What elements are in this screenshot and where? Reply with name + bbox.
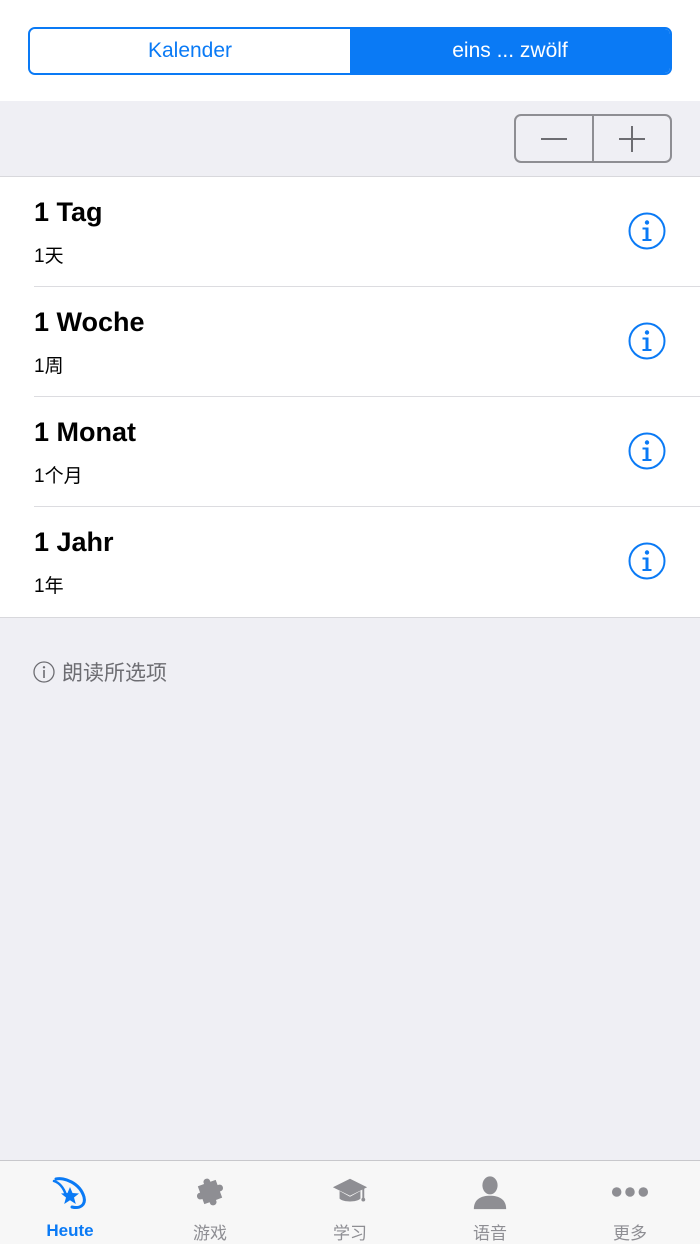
person-icon (473, 1176, 507, 1210)
info-icon[interactable] (628, 542, 666, 580)
item-subtitle: 1个月 (34, 466, 83, 487)
top-bar: Kalender eins ... zwölf (0, 0, 700, 101)
item-title: 1 Monat (34, 417, 137, 447)
item-subtitle: 1天 (34, 246, 64, 267)
tab-label: 语音 (473, 1224, 507, 1243)
list-item[interactable]: 1 Tag 1天 (0, 177, 700, 287)
tab-voice[interactable]: 语音 (420, 1161, 560, 1244)
decrement-button[interactable] (516, 116, 592, 161)
info-icon[interactable] (628, 322, 666, 360)
list-item[interactable]: 1 Jahr 1年 (0, 507, 700, 617)
tab-more[interactable]: 更多 (560, 1161, 700, 1244)
graduation-cap-icon (332, 1178, 368, 1202)
list-item[interactable]: 1 Woche 1周 (0, 287, 700, 397)
footer-note: 朗读所选项 (33, 657, 167, 687)
tab-games[interactable]: 游戏 (140, 1161, 280, 1244)
tab-label: Heute (46, 1221, 94, 1240)
star-swoosh-icon (52, 1177, 86, 1209)
phrase-list: 1 Tag 1天 1 Woche 1周 1 Monat 1个月 1 Jahr 1… (0, 176, 700, 618)
stepper (514, 114, 672, 163)
item-title: 1 Woche (34, 307, 145, 337)
item-subtitle: 1年 (34, 576, 64, 597)
minus-icon (541, 137, 567, 140)
list-item[interactable]: 1 Monat 1个月 (0, 397, 700, 507)
info-icon[interactable] (628, 432, 666, 470)
segment-kalender[interactable]: Kalender (30, 29, 350, 73)
tab-learn[interactable]: 学习 (280, 1161, 420, 1244)
plus-icon-vertical (631, 125, 633, 152)
footer-note-text: 朗读所选项 (62, 662, 167, 685)
item-subtitle: 1周 (34, 356, 64, 377)
item-title: 1 Tag (34, 197, 103, 227)
more-dots-icon (611, 1187, 649, 1197)
segment-eins-zwoelf[interactable]: eins ... zwölf (350, 29, 670, 73)
info-small-icon (33, 661, 55, 683)
screen: Kalender eins ... zwölf 1 Tag 1天 1 Woche… (0, 0, 700, 1244)
tab-bar: Heute 游戏 学习 语音 更多 (0, 1160, 700, 1244)
tab-label: 更多 (613, 1224, 647, 1243)
tab-label: 学习 (333, 1224, 367, 1243)
tab-label: 游戏 (193, 1224, 227, 1243)
increment-button[interactable] (592, 116, 670, 161)
puzzle-icon (196, 1178, 224, 1206)
info-icon[interactable] (628, 212, 666, 250)
item-title: 1 Jahr (34, 527, 114, 557)
segmented-control: Kalender eins ... zwölf (28, 27, 672, 75)
tab-heute[interactable]: Heute (0, 1161, 140, 1244)
